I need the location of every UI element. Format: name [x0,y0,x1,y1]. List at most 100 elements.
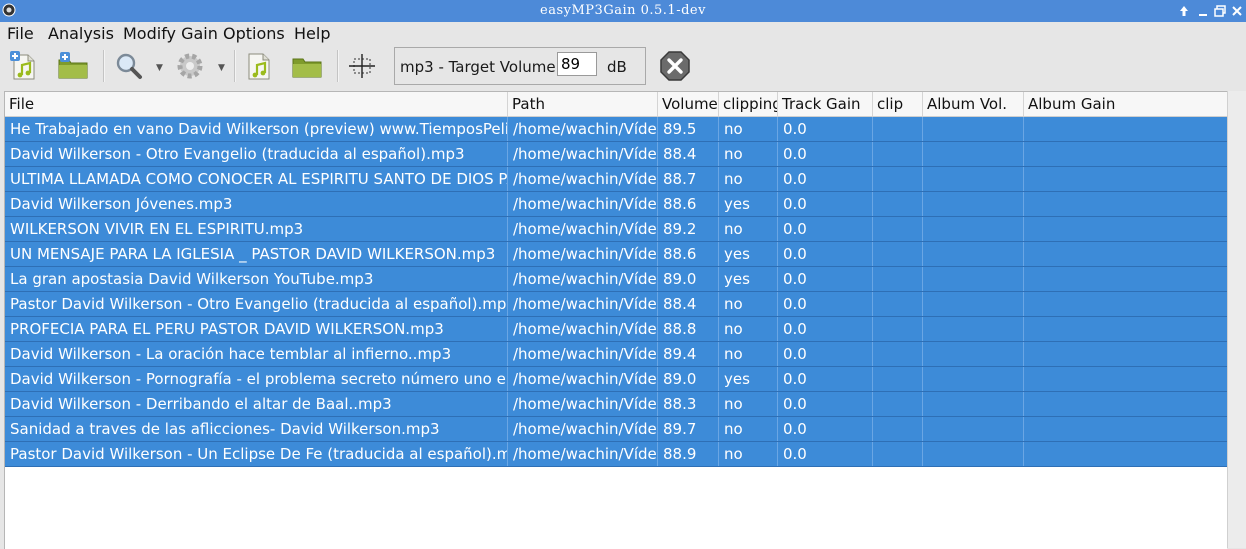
table-cell: no [719,117,778,141]
table-cell: 89.0 [658,267,719,291]
table-cell: /home/wachin/Víde [508,342,658,366]
menu-file[interactable]: File [7,24,34,43]
table-cell [923,392,1024,416]
table-row[interactable]: David Wilkerson - Pornografía - el probl… [5,367,1227,392]
maximize-button[interactable] [1213,4,1227,18]
table-cell [873,242,923,266]
track-gain-icon[interactable] [241,48,277,84]
table-row[interactable]: David Wilkerson - Derribando el altar de… [5,392,1227,417]
table-row[interactable]: Pastor David Wilkerson - Un Eclipse De F… [5,442,1227,467]
header-clipping[interactable]: clipping [719,92,778,116]
table-cell: 88.8 [658,317,719,341]
table-row[interactable]: PROFECIA PARA EL PERU PASTOR DAVID WILKE… [5,317,1227,342]
header-path[interactable]: Path [508,92,658,116]
table-cell: 0.0 [778,442,873,466]
table-cell: no [719,142,778,166]
table-row[interactable]: David Wilkerson - La oración hace tembla… [5,342,1227,367]
header-file[interactable]: File [5,92,508,116]
header-album-vol[interactable]: Album Vol. [923,92,1024,116]
gain-settings-icon[interactable] [172,48,208,84]
table-cell: David Wilkerson - La oración hace tembla… [5,342,508,366]
vertical-scrollbar[interactable] [1227,91,1246,548]
table-cell: 0.0 [778,267,873,291]
menu-modify-gain[interactable]: Modify Gain [123,24,218,43]
table-row[interactable]: He Trabajado en vano David Wilkerson (pr… [5,117,1227,142]
target-volume-input[interactable] [557,52,597,76]
table-cell [873,342,923,366]
table-cell: 0.0 [778,167,873,191]
table-cell: 0.0 [778,117,873,141]
table-row[interactable]: UN MENSAJE PARA LA IGLESIA _ PASTOR DAVI… [5,242,1227,267]
add-file-icon[interactable] [6,48,42,84]
table-row[interactable]: ULTIMA LLAMADA COMO CONOCER AL ESPIRITU … [5,167,1227,192]
table-cell [1024,242,1227,266]
table-cell [1024,142,1227,166]
table-cell [923,242,1024,266]
menu-help[interactable]: Help [294,24,330,43]
table-row[interactable]: David Wilkerson Jóvenes.mp3/home/wachin/… [5,192,1227,217]
analyze-icon[interactable] [110,48,146,84]
table-cell [1024,417,1227,441]
header-clip[interactable]: clip [873,92,923,116]
minimize-button[interactable] [1196,4,1210,18]
table-row[interactable]: WILKERSON VIVIR EN EL ESPIRITU.mp3/home/… [5,217,1227,242]
table-cell: yes [719,192,778,216]
table-cell [1024,342,1227,366]
table-cell: no [719,342,778,366]
table-cell: 0.0 [778,342,873,366]
table-cell [923,367,1024,391]
table-cell [873,167,923,191]
table-cell: 88.6 [658,242,719,266]
table-cell: no [719,442,778,466]
table-cell [1024,167,1227,191]
table-cell: /home/wachin/Víde [508,442,658,466]
analyze-dropdown-icon[interactable]: ▼ [156,63,163,73]
table-cell [1024,392,1227,416]
table-cell [873,292,923,316]
album-gain-icon[interactable] [289,48,325,84]
table-header: File Path Volume clipping Track Gain cli… [5,92,1227,117]
table-cell [873,267,923,291]
table-cell: David Wilkerson - Pornografía - el probl… [5,367,508,391]
table-row[interactable]: Pastor David Wilkerson - Otro Evangelio … [5,292,1227,317]
cancel-icon[interactable] [657,48,693,84]
menu-options[interactable]: Options [223,24,285,43]
table-cell: no [719,417,778,441]
table-cell: UN MENSAJE PARA LA IGLESIA _ PASTOR DAVI… [5,242,508,266]
table-cell: no [719,317,778,341]
toolbar-separator [103,50,105,82]
add-folder-icon[interactable] [55,48,91,84]
header-album-gain[interactable]: Album Gain [1024,92,1227,116]
table-cell: /home/wachin/Víde [508,192,658,216]
table-cell: /home/wachin/Víde [508,267,658,291]
table-cell: 0.0 [778,367,873,391]
table-cell: 88.4 [658,142,719,166]
table-cell: /home/wachin/Víde [508,217,658,241]
gain-dropdown-icon[interactable]: ▼ [218,63,225,73]
table-cell: /home/wachin/Víde [508,392,658,416]
file-table: File Path Volume clipping Track Gain cli… [4,91,1227,549]
table-cell [873,192,923,216]
table-cell: 88.9 [658,442,719,466]
table-cell: 89.0 [658,367,719,391]
table-cell: PROFECIA PARA EL PERU PASTOR DAVID WILKE… [5,317,508,341]
target-volume-label: mp3 - Target Volume: [400,58,561,76]
table-row[interactable]: La gran apostasia David Wilkerson YouTub… [5,267,1227,292]
keep-above-button[interactable] [1177,4,1191,18]
table-cell: Pastor David Wilkerson - Un Eclipse De F… [5,442,508,466]
menu-analysis[interactable]: Analysis [48,24,114,43]
table-cell: no [719,392,778,416]
table-cell [923,442,1024,466]
header-volume[interactable]: Volume [658,92,719,116]
table-cell: Sanidad a traves de las aflicciones- Dav… [5,417,508,441]
close-button[interactable] [1230,4,1244,18]
table-cell: David Wilkerson - Derribando el altar de… [5,392,508,416]
header-track-gain[interactable]: Track Gain [778,92,873,116]
table-row[interactable]: Sanidad a traves de las aflicciones- Dav… [5,417,1227,442]
table-cell [923,417,1024,441]
table-cell [923,317,1024,341]
constant-gain-icon[interactable] [344,48,380,84]
table-cell: yes [719,367,778,391]
table-row[interactable]: David Wilkerson - Otro Evangelio (traduc… [5,142,1227,167]
table-cell: 89.2 [658,217,719,241]
